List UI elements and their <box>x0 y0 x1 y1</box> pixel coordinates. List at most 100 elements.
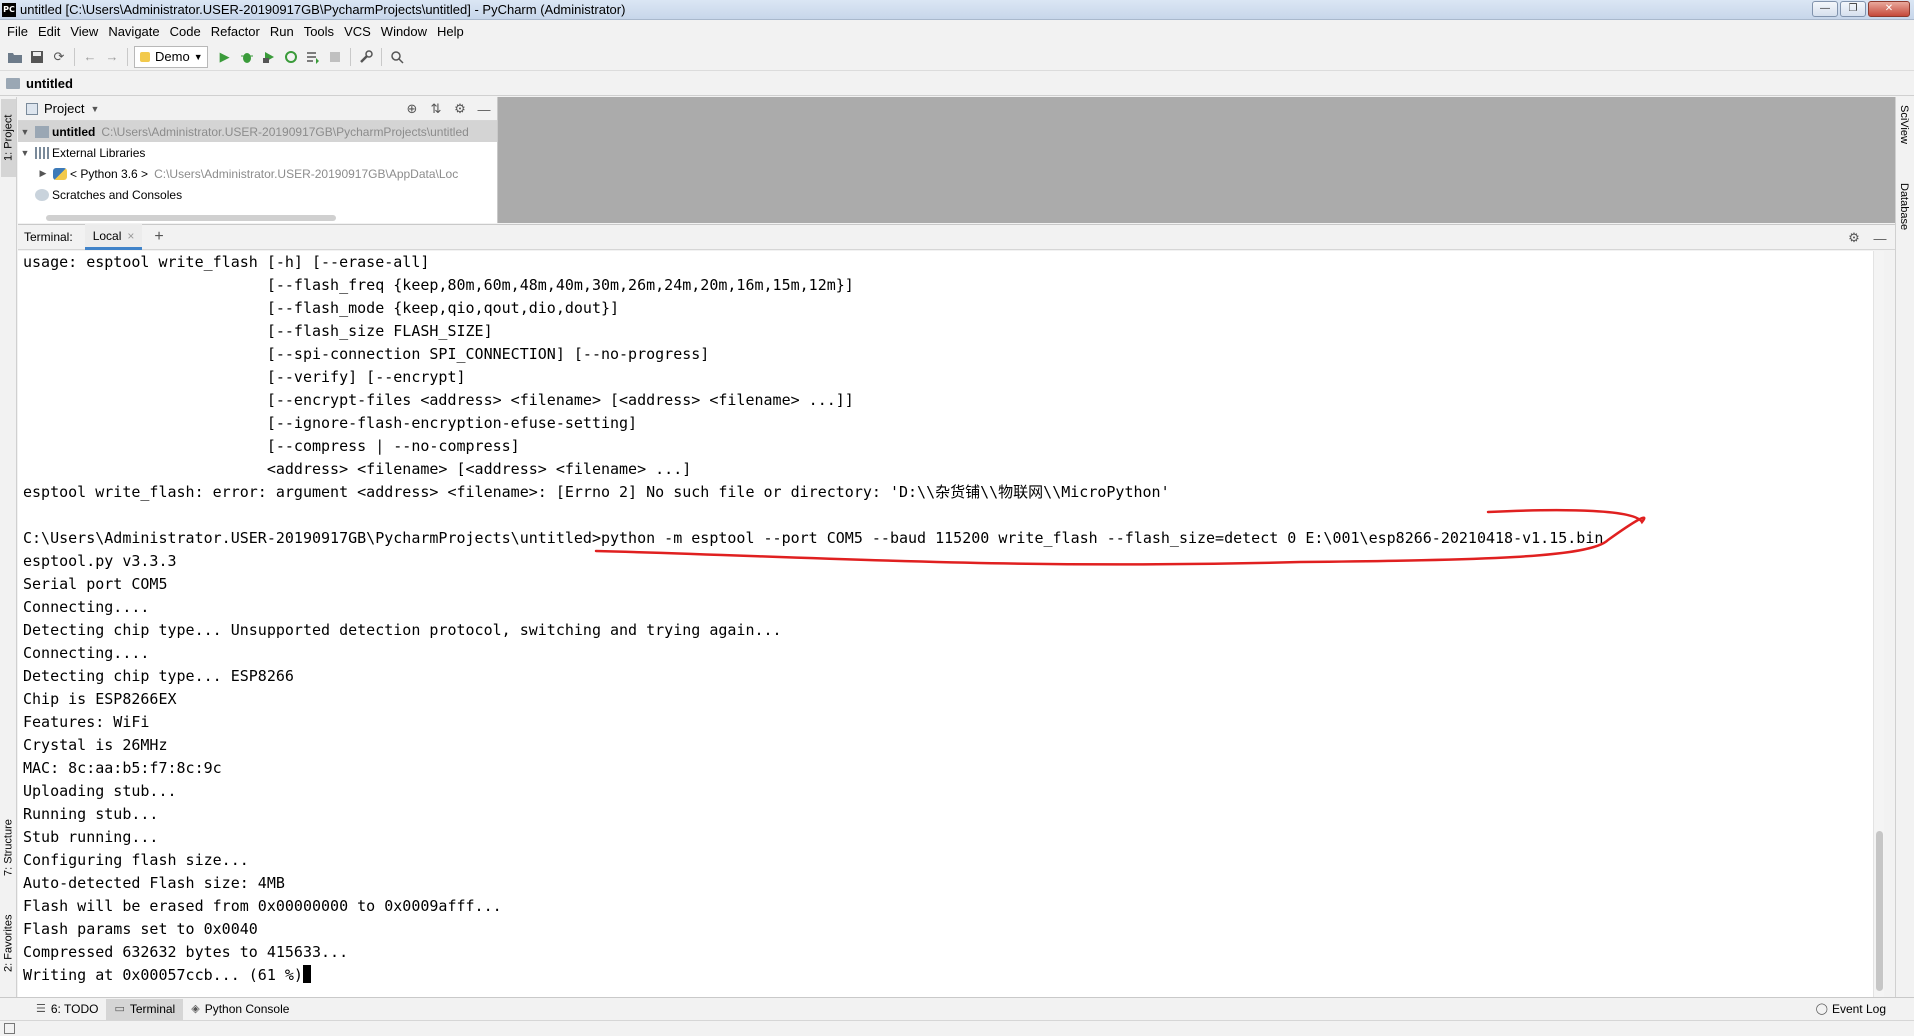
scrollbar-thumb[interactable] <box>1876 831 1883 991</box>
tab-local[interactable]: Local × <box>84 224 143 250</box>
menu-code[interactable]: Code <box>165 21 206 42</box>
run-config-label: Demo <box>155 49 190 64</box>
python-icon <box>53 167 67 180</box>
tab-sciview[interactable]: SciView <box>1898 105 1910 144</box>
main-toolbar: ⟳ ← → Demo ▼ ▶ <box>0 43 1914 71</box>
event-log-button[interactable]: ◯ Event Log <box>1816 999 1886 1020</box>
project-view-select[interactable]: Project ▼ <box>26 101 99 116</box>
tab-project[interactable]: 1: Project <box>1 99 16 177</box>
maximize-button[interactable]: ❐ <box>1840 1 1866 17</box>
terminal-command-line: C:\Users\Administrator.USER-20190917GB\P… <box>23 529 1604 547</box>
project-scrollbar[interactable] <box>46 215 336 221</box>
tab-local-label: Local <box>92 228 122 243</box>
terminal-line: Running stub... <box>23 805 159 823</box>
menu-help[interactable]: Help <box>432 21 469 42</box>
tab-terminal[interactable]: ▭ Terminal <box>106 998 184 1020</box>
chevron-down-icon[interactable]: ▼ <box>18 148 32 158</box>
menu-vcs[interactable]: VCS <box>339 21 376 42</box>
tab-favorites[interactable]: 2: Favorites <box>1 897 16 989</box>
tab-terminal-label: Terminal <box>129 1001 176 1016</box>
tab-structure-label: 7: Structure <box>2 819 15 877</box>
save-all-icon[interactable] <box>26 46 48 68</box>
stop-icon[interactable] <box>324 46 346 68</box>
text-cursor <box>302 965 311 983</box>
tab-favorites-label: 2: Favorites <box>2 914 15 972</box>
tree-item-label: untitled <box>52 124 96 139</box>
gear-icon[interactable]: ⚙ <box>1845 229 1863 247</box>
right-tool-stripe: SciView Database <box>1895 97 1914 997</box>
todo-icon: ☰ <box>36 1002 46 1015</box>
chevron-down-icon[interactable]: ▼ <box>18 127 32 137</box>
terminal-line: Uploading stub... <box>23 782 177 800</box>
tab-structure[interactable]: 7: Structure <box>1 805 16 891</box>
chevron-down-icon: ▼ <box>90 103 100 114</box>
run-with-coverage-icon[interactable] <box>258 46 280 68</box>
menu-run[interactable]: Run <box>265 21 299 42</box>
navigation-bar: untitled <box>0 72 1914 96</box>
tree-item-external-libraries[interactable]: ▼ External Libraries <box>18 142 497 163</box>
search-icon[interactable] <box>386 46 408 68</box>
event-log-label: Event Log <box>1831 1002 1886 1016</box>
project-icon <box>26 102 38 115</box>
terminal-output[interactable]: usage: esptool write_flash [-h] [--erase… <box>18 251 1884 997</box>
menu-file[interactable]: File <box>2 21 33 42</box>
back-arrow-icon[interactable]: ← <box>79 46 101 68</box>
tab-todo-label: 6: TODO <box>50 1001 99 1016</box>
menu-view[interactable]: View <box>65 21 103 42</box>
close-icon[interactable]: × <box>127 224 134 248</box>
menu-window[interactable]: Window <box>376 21 432 42</box>
project-title-label: Project <box>44 101 85 116</box>
run-concurrency-icon[interactable] <box>302 46 324 68</box>
terminal-line: usage: esptool write_flash [-h] [--erase… <box>23 253 430 271</box>
terminal-line: Detecting chip type... ESP8266 <box>23 667 294 685</box>
terminal-line: [--verify] [--encrypt] <box>23 368 466 386</box>
wrench-icon[interactable] <box>355 46 377 68</box>
open-folder-icon[interactable] <box>4 46 26 68</box>
minimize-button[interactable]: — <box>1812 1 1838 17</box>
hide-icon[interactable]: — <box>1871 229 1889 247</box>
gear-icon[interactable]: ⚙ <box>451 100 469 118</box>
folder-icon <box>6 78 20 89</box>
terminal-line: [--compress | --no-compress] <box>23 437 520 455</box>
tree-item-untitled[interactable]: ▼ untitled C:\Users\Administrator.USER-2… <box>18 121 497 142</box>
tab-todo[interactable]: ☰ 6: TODO <box>28 999 106 1020</box>
menu-navigate[interactable]: Navigate <box>103 21 164 42</box>
project-tool-window: Project ▼ ⊕ ⇅ ⚙ — ▼ untitled C:\Users\Ad… <box>18 97 498 223</box>
window-title-bar: PC untitled [C:\Users\Administrator.USER… <box>0 0 1914 20</box>
terminal-line: Auto-detected Flash size: 4MB <box>23 874 285 892</box>
chevron-right-icon[interactable]: ▶ <box>36 168 50 179</box>
tab-database[interactable]: Database <box>1898 183 1910 230</box>
tree-item-scratches[interactable]: Scratches and Consoles <box>18 184 497 205</box>
terminal-label: Terminal: <box>24 230 73 244</box>
tab-python-console[interactable]: ◈ Python Console <box>183 999 297 1020</box>
toggle-tool-windows-icon[interactable] <box>4 1023 15 1034</box>
menu-edit[interactable]: Edit <box>33 21 65 42</box>
close-button[interactable]: ✕ <box>1868 1 1910 17</box>
menu-refactor[interactable]: Refactor <box>206 21 265 42</box>
terminal-line: <address> <filename> [<address> <filenam… <box>23 460 692 478</box>
sync-icon[interactable]: ⟳ <box>48 46 70 68</box>
tree-item-python-sdk[interactable]: ▶ < Python 3.6 > C:\Users\Administrator.… <box>18 163 497 184</box>
terminal-line: [--ignore-flash-encryption-efuse-setting… <box>23 414 638 432</box>
tab-python-console-label: Python Console <box>204 1001 290 1016</box>
terminal-scrollbar[interactable] <box>1873 251 1884 997</box>
terminal-header-icons: ⚙ — <box>1845 229 1889 247</box>
hide-icon[interactable]: — <box>475 100 493 118</box>
collapse-all-icon[interactable]: ⇅ <box>427 100 445 118</box>
terminal-line: Connecting.... <box>23 598 150 616</box>
profile-icon[interactable] <box>280 46 302 68</box>
scratches-icon <box>35 188 49 201</box>
python-console-icon: ◈ <box>191 1002 200 1015</box>
forward-arrow-icon[interactable]: → <box>101 46 123 68</box>
tab-sciview-label: SciView <box>1898 105 1910 144</box>
terminal-error-line: esptool write_flash: error: argument <ad… <box>23 483 1170 501</box>
run-icon[interactable]: ▶ <box>214 46 236 68</box>
event-log-icon: ◯ <box>1815 1003 1828 1015</box>
run-configuration-select[interactable]: Demo ▼ <box>134 45 208 68</box>
debug-icon[interactable] <box>236 46 258 68</box>
locate-icon[interactable]: ⊕ <box>403 100 421 118</box>
breadcrumb-project[interactable]: untitled <box>26 76 73 91</box>
menu-tools[interactable]: Tools <box>299 21 339 42</box>
add-icon[interactable]: + <box>154 228 163 246</box>
